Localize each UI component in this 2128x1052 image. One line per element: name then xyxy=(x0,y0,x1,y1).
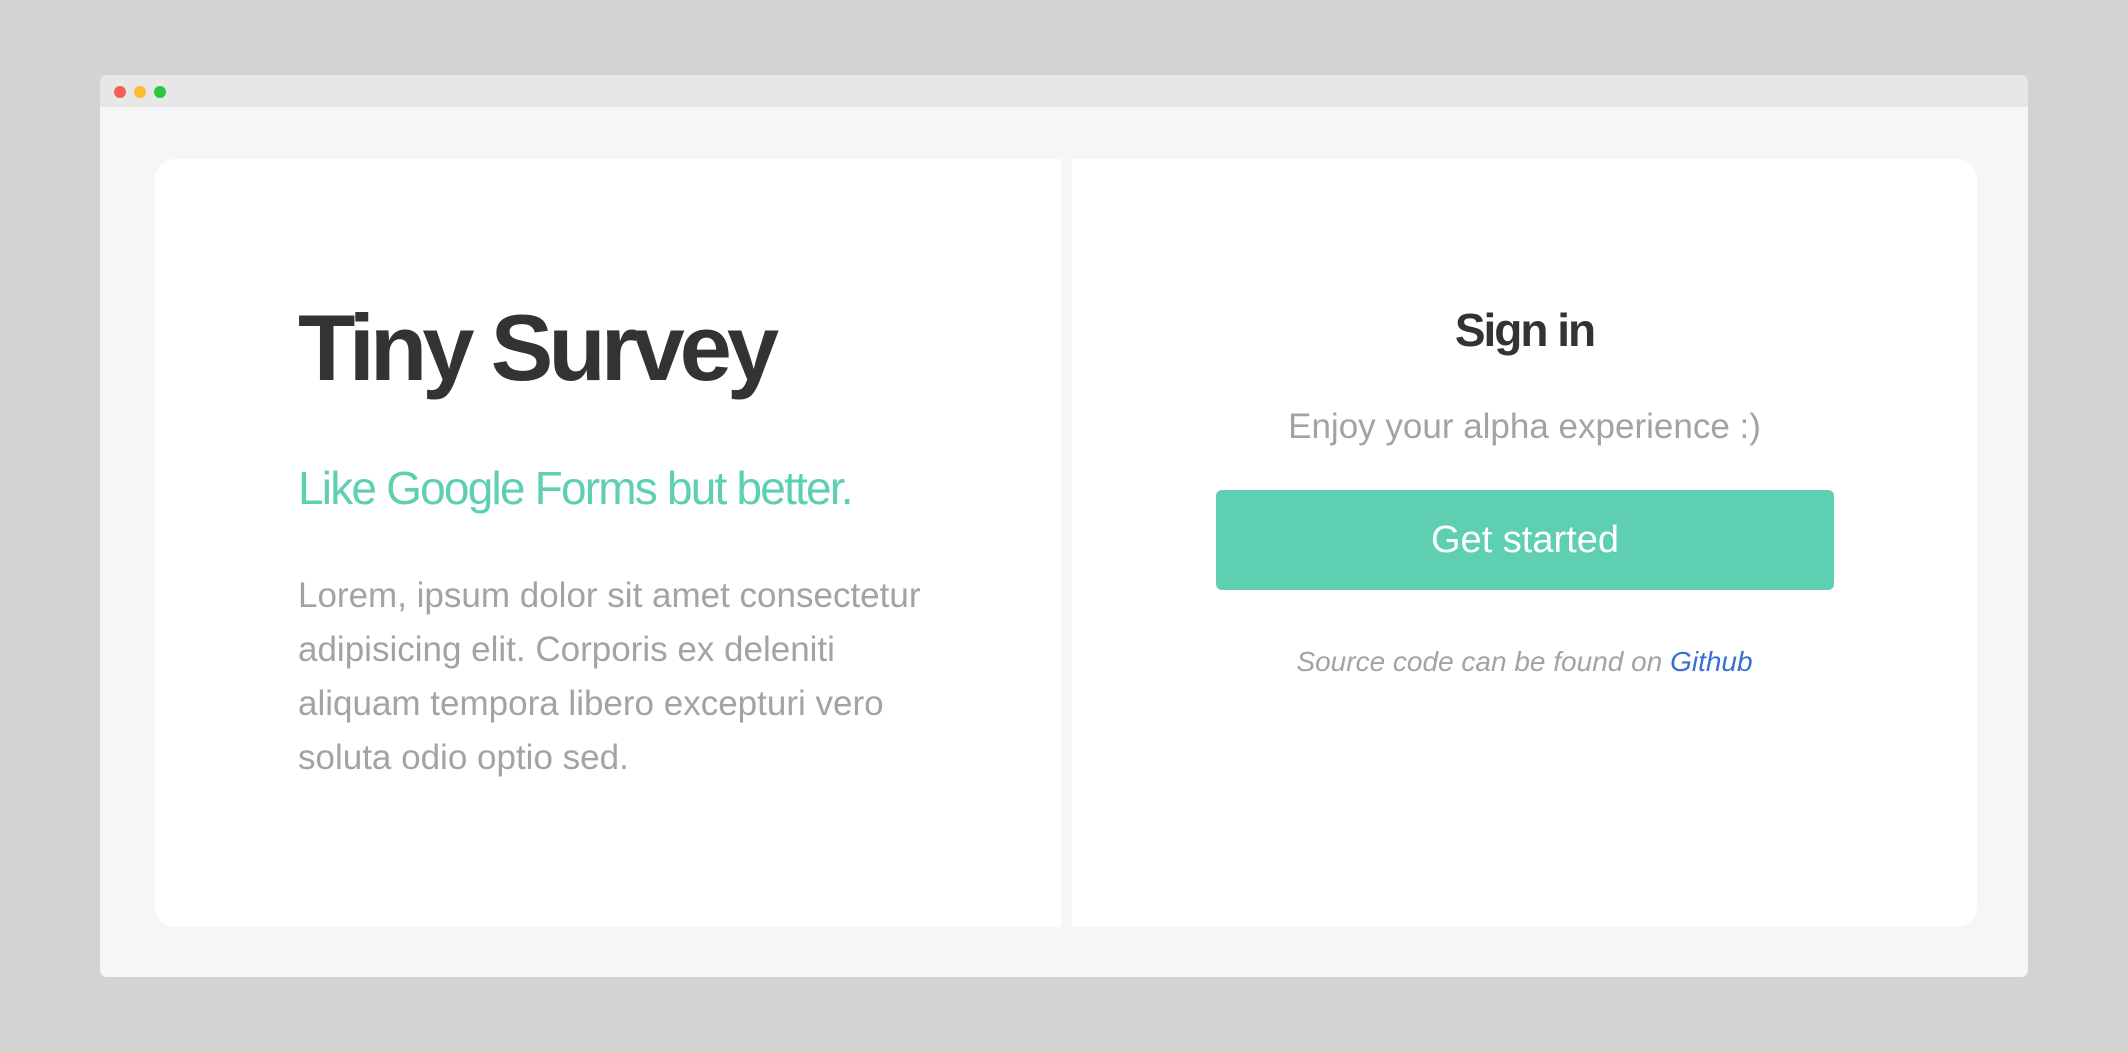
close-window-button[interactable] xyxy=(114,86,126,98)
source-code-note: Source code can be found on Github xyxy=(1072,648,1977,676)
signin-title: Sign in xyxy=(1454,304,1596,356)
app-description: Lorem, ipsum dolor sit amet consectetur … xyxy=(298,576,921,777)
maximize-window-button[interactable] xyxy=(154,86,166,98)
signin-subtitle: Enjoy your alpha experience :) xyxy=(1288,407,1761,446)
signin-panel: Sign in Enjoy your alpha experience :) G… xyxy=(1072,159,1977,927)
source-code-text: Source code can be found on xyxy=(1296,646,1671,677)
app-tagline: Like Google Forms but better. xyxy=(298,462,854,514)
app-title: Tiny Survey xyxy=(298,295,779,400)
minimize-window-button[interactable] xyxy=(134,86,146,98)
github-link[interactable]: Github xyxy=(1670,646,1753,677)
window-titlebar xyxy=(100,75,2028,107)
browser-window: Tiny Survey Like Google Forms but better… xyxy=(100,75,2028,977)
get-started-button[interactable]: Get started xyxy=(1216,490,1834,590)
intro-panel: Tiny Survey Like Google Forms but better… xyxy=(155,159,1061,927)
